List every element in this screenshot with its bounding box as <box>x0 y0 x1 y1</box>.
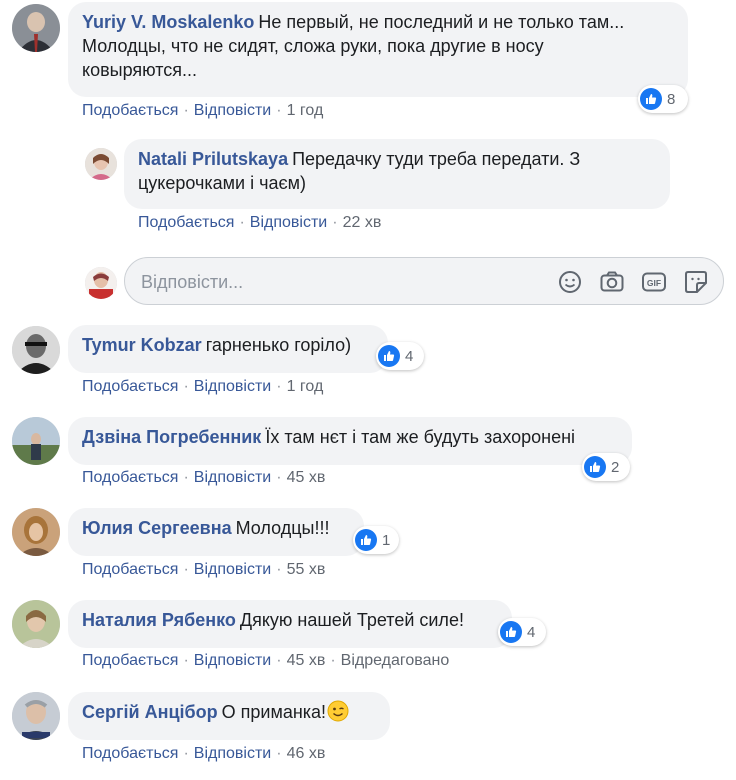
like-count: 8 <box>667 90 676 108</box>
reaction-count[interactable]: 4 <box>498 618 546 646</box>
reply-button[interactable]: Відповісти <box>194 102 271 119</box>
comment-actions: Подобається · Відповісти · 55 хв <box>82 560 325 580</box>
gif-icon[interactable]: GIF <box>641 269 667 295</box>
comment-actions: Подобається · Відповісти · 22 хв <box>138 213 381 233</box>
comment-bubble: Yuriy V. Moskalenko Не первый, не последн… <box>68 2 688 97</box>
comment-author[interactable]: Дзвіна Погребенник <box>82 427 261 447</box>
comment-bubble: Natali Prilutskaya Передачку туди треба п… <box>124 139 670 209</box>
comment-actions: Подобається · Відповісти · 45 хв · Відредагова… <box>82 651 449 671</box>
comment-text: гарненько горіло) <box>205 335 352 355</box>
like-icon <box>378 345 400 367</box>
sticker-icon[interactable] <box>683 269 709 295</box>
wink-emoji-icon <box>327 700 349 728</box>
avatar[interactable] <box>12 508 60 556</box>
comment-actions: Подобається · Відповісти · 1 год <box>82 101 323 121</box>
comment-author[interactable]: Юлия Сергеевна <box>82 518 232 538</box>
reaction-count[interactable]: 8 <box>638 85 688 113</box>
separator: · <box>276 378 282 395</box>
reply-button[interactable]: Відповісти <box>194 469 271 486</box>
like-count: 4 <box>527 623 536 641</box>
reply-button[interactable]: Відповісти <box>194 745 271 762</box>
comment-bubble: Дзвіна Погребенник Їх там нєт і там же бу… <box>68 417 632 465</box>
separator: · <box>183 378 189 395</box>
comment-text: Не первый, не последний и не только там.… <box>258 12 625 32</box>
like-button[interactable]: Подобається <box>82 102 178 119</box>
comment-actions: Подобається · Відповісти · 1 год <box>82 377 323 397</box>
timestamp[interactable]: 1 год <box>287 102 324 119</box>
edited-label[interactable]: Відредаговано <box>341 652 450 669</box>
comment-author[interactable]: Natali Prilutskaya <box>138 149 288 169</box>
like-icon <box>355 529 377 551</box>
separator: · <box>183 102 189 119</box>
separator: · <box>332 214 338 231</box>
comment-text: цукерочками і чаєм) <box>138 173 307 193</box>
like-icon <box>640 88 662 110</box>
timestamp[interactable]: 46 хв <box>287 745 326 762</box>
comment-author[interactable]: Yuriy V. Moskalenko <box>82 12 254 32</box>
timestamp[interactable]: 45 хв <box>287 469 326 486</box>
avatar[interactable] <box>12 600 60 648</box>
like-button[interactable]: Подобається <box>82 561 178 578</box>
comment-author[interactable]: Наталия Рябенко <box>82 610 236 630</box>
separator: · <box>276 469 282 486</box>
comment-text: Молодцы, что не сидят, сложа руки, пока … <box>82 36 544 56</box>
separator: · <box>330 652 336 669</box>
current-user-avatar <box>85 267 117 299</box>
reaction-count[interactable]: 4 <box>376 342 424 370</box>
reply-input[interactable] <box>139 266 523 298</box>
comment-author[interactable]: Tymur Kobzar <box>82 335 202 355</box>
comment-actions: Подобається · Відповісти · 46 хв <box>82 744 325 764</box>
comment-bubble: Наталия Рябенко Дякую нашей Третей силе! <box>68 600 512 648</box>
like-button[interactable]: Подобається <box>138 214 234 231</box>
avatar[interactable] <box>12 4 60 52</box>
like-button[interactable]: Подобається <box>82 469 178 486</box>
separator: · <box>276 745 282 762</box>
comment-text: ковыряются... <box>82 60 198 80</box>
timestamp[interactable]: 22 хв <box>343 214 382 231</box>
separator: · <box>183 745 189 762</box>
comment-text: Дякую нашей Третей силе! <box>239 610 464 630</box>
separator: · <box>276 561 282 578</box>
separator: · <box>276 102 282 119</box>
like-count: 2 <box>611 458 620 476</box>
like-button[interactable]: Подобається <box>82 378 178 395</box>
separator: · <box>276 652 282 669</box>
like-button[interactable]: Подобається <box>82 652 178 669</box>
comment-text: Їх там нєт і там же будуть захоронені <box>265 427 576 447</box>
reply-box[interactable]: GIF <box>124 257 724 305</box>
avatar[interactable] <box>12 417 60 465</box>
reply-button[interactable]: Відповісти <box>194 652 271 669</box>
reaction-count[interactable]: 1 <box>353 526 399 554</box>
comment-actions: Подобається · Відповісти · 45 хв <box>82 468 325 488</box>
like-button[interactable]: Подобається <box>82 745 178 762</box>
comment-text: О приманка! <box>221 702 327 722</box>
svg-text:GIF: GIF <box>647 278 661 288</box>
reply-button[interactable]: Відповісти <box>250 214 327 231</box>
comment-text: Молодцы!!! <box>235 518 330 538</box>
avatar[interactable] <box>12 326 60 374</box>
comment-bubble: Сергій Анцібор О приманка! <box>68 692 390 740</box>
camera-icon[interactable] <box>599 269 625 295</box>
reaction-count[interactable]: 2 <box>582 453 630 481</box>
timestamp[interactable]: 1 год <box>287 378 324 395</box>
separator: · <box>183 561 189 578</box>
reply-button[interactable]: Відповісти <box>194 378 271 395</box>
separator: · <box>183 652 189 669</box>
reply-button[interactable]: Відповісти <box>194 561 271 578</box>
like-icon <box>584 456 606 478</box>
timestamp[interactable]: 55 хв <box>287 561 326 578</box>
separator: · <box>239 214 245 231</box>
emoji-icon[interactable] <box>557 269 583 295</box>
timestamp[interactable]: 45 хв <box>287 652 326 669</box>
comment-bubble: Юлия Сергеевна Молодцы!!! <box>68 508 364 556</box>
avatar[interactable] <box>12 692 60 740</box>
comment-bubble: Tymur Kobzar гарненько горіло) <box>68 325 388 373</box>
separator: · <box>183 469 189 486</box>
like-icon <box>500 621 522 643</box>
avatar[interactable] <box>85 148 117 180</box>
like-count: 4 <box>405 347 414 365</box>
like-count: 1 <box>382 531 391 549</box>
comment-author[interactable]: Сергій Анцібор <box>82 702 218 722</box>
comment-text: Передачку туди треба передати. З <box>292 149 581 169</box>
